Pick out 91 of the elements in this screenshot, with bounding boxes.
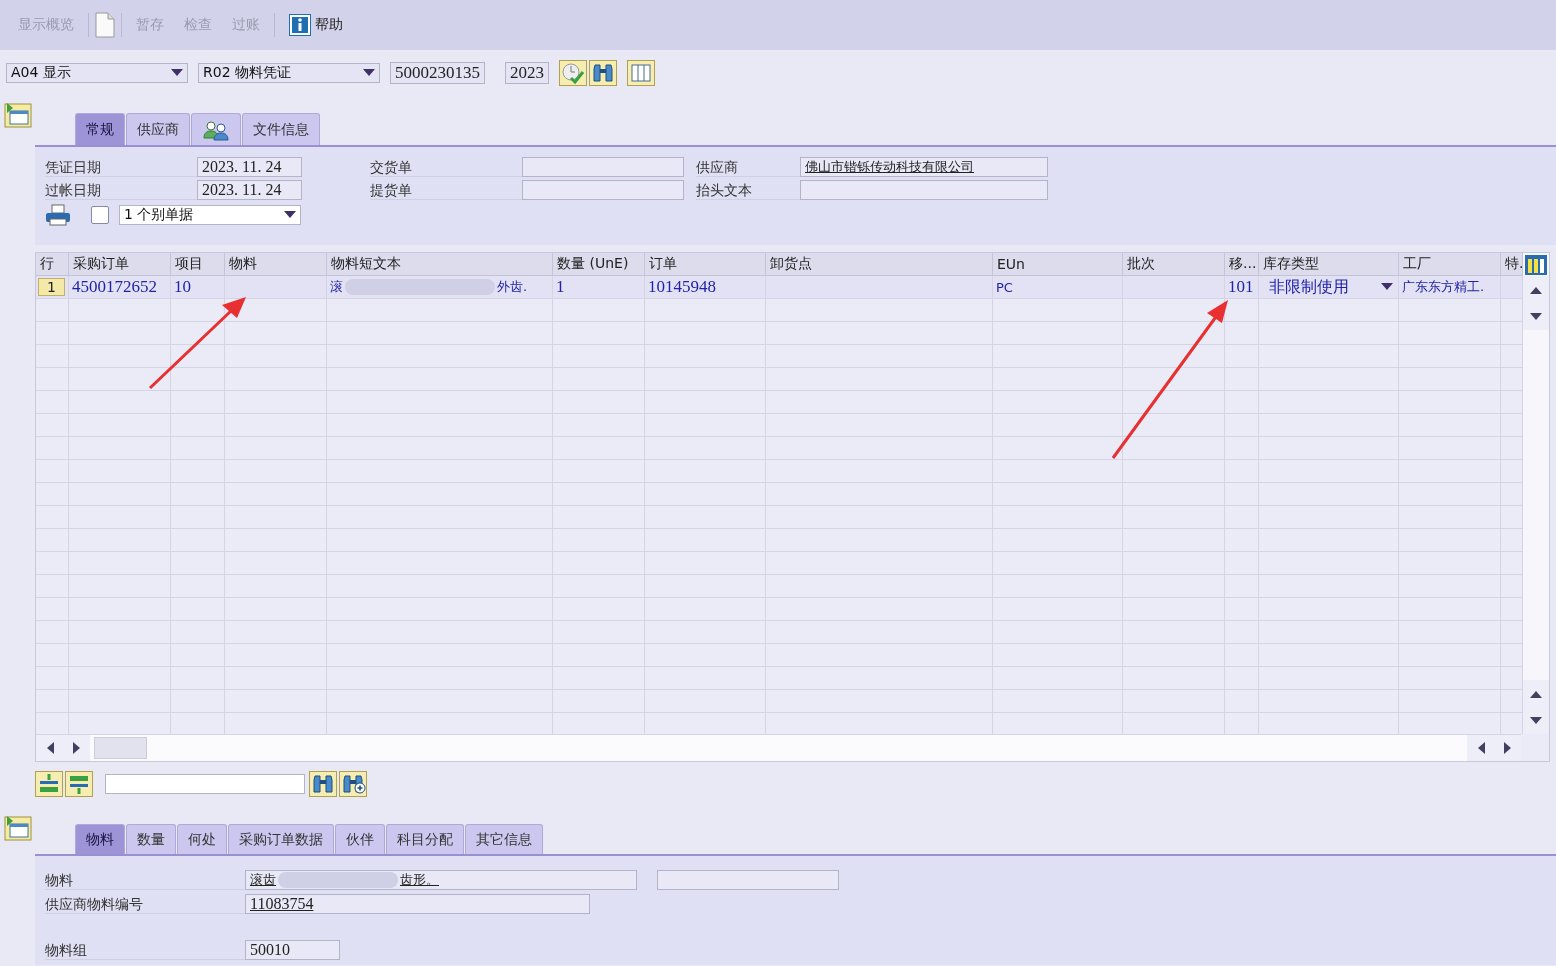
- print-option-dropdown[interactable]: 1 个别单据: [119, 204, 301, 225]
- screen-layout-icon[interactable]: [3, 101, 32, 129]
- column-header[interactable]: 批次: [1123, 253, 1225, 276]
- date-field[interactable]: 2023. 11. 24: [197, 156, 302, 177]
- table-cell: 滚: [330, 278, 343, 296]
- triangle-left-icon: [45, 742, 54, 754]
- action-dropdown[interactable]: A04 显示: [6, 62, 188, 83]
- column-header[interactable]: 物料: [225, 253, 327, 276]
- input-field[interactable]: [800, 179, 1048, 200]
- filter-rows-icon[interactable]: [65, 771, 93, 797]
- date-field[interactable]: 2023. 11. 24: [197, 179, 302, 200]
- info-icon: [289, 14, 311, 36]
- screen-layout-icon[interactable]: [3, 814, 32, 842]
- search-field[interactable]: [105, 774, 305, 794]
- table-cell-text: 10: [173, 276, 192, 298]
- field-label: 供应商物料编号: [45, 894, 245, 914]
- column-header[interactable]: 特.: [1501, 253, 1523, 276]
- column-header[interactable]: 库存类型: [1259, 253, 1399, 276]
- scroll-left-button[interactable]: [36, 735, 63, 761]
- column-header[interactable]: EUn: [993, 253, 1123, 276]
- tab[interactable]: 供应商: [126, 113, 190, 145]
- scroll-up-button[interactable]: [1523, 680, 1549, 707]
- vendor-field[interactable]: 佛山市锴铄传动科技有限公司: [800, 156, 1048, 177]
- scroll-left-button[interactable]: [1467, 735, 1494, 761]
- column-header[interactable]: 物料短文本: [327, 253, 553, 276]
- column-header[interactable]: 订单: [645, 253, 766, 276]
- triangle-right-icon: [1503, 742, 1512, 754]
- vertical-scrollbar[interactable]: [1523, 253, 1549, 734]
- scroll-up-button[interactable]: [1523, 276, 1549, 303]
- triangle-up-icon: [1530, 689, 1542, 698]
- table-settings-icon[interactable]: [627, 59, 655, 86]
- binoculars-plus-icon[interactable]: [339, 771, 367, 797]
- document-type-dropdown[interactable]: R02 物料凭证: [198, 62, 380, 83]
- scroll-right-button[interactable]: [63, 735, 90, 761]
- help-button[interactable]: 帮助: [281, 10, 351, 40]
- tab[interactable]: 采购订单数据: [228, 824, 334, 854]
- tab[interactable]: 何处: [177, 824, 227, 854]
- scroll-down-button[interactable]: [1523, 303, 1549, 330]
- column-header[interactable]: 移...: [1225, 253, 1259, 276]
- binoculars-icon[interactable]: [589, 59, 617, 86]
- tab[interactable]: 其它信息: [465, 824, 543, 854]
- year-field[interactable]: 2023: [505, 61, 549, 84]
- tab[interactable]: 常规: [75, 113, 125, 145]
- input-field[interactable]: [522, 156, 684, 177]
- triangle-down-icon: [1530, 312, 1542, 321]
- column-header[interactable]: 项目: [171, 253, 225, 276]
- input-field[interactable]: [522, 179, 684, 200]
- dropdown-caret-icon: [363, 68, 375, 77]
- table-cell: 外齿.: [497, 278, 528, 296]
- table-cell-text: 1: [555, 276, 566, 298]
- input-field[interactable]: 50010: [245, 940, 340, 960]
- column-header[interactable]: 数量 (UnE): [553, 253, 645, 276]
- triangle-left-icon: [1476, 742, 1485, 754]
- field-label: 物料组: [45, 940, 245, 960]
- clock-check-icon[interactable]: [559, 59, 587, 86]
- triangle-up-icon: [1530, 285, 1542, 294]
- row-number[interactable]: 1: [38, 278, 65, 296]
- tab[interactable]: 物料: [75, 824, 125, 854]
- column-header[interactable]: 采购订单: [69, 253, 171, 276]
- horizontal-scrollbar[interactable]: [36, 734, 1521, 761]
- column-settings-icon[interactable]: [1524, 253, 1548, 276]
- table-cell-text: PC: [995, 278, 1014, 297]
- stock-type-dropdown[interactable]: 非限制使用: [1259, 276, 1399, 298]
- tab[interactable]: 数量: [126, 824, 176, 854]
- scrollbar-thumb[interactable]: [94, 737, 147, 759]
- table-cell-text: 101: [1227, 276, 1255, 298]
- print-checkbox[interactable]: [91, 205, 109, 224]
- insert-row-icon[interactable]: [35, 771, 63, 797]
- binoculars-icon[interactable]: [309, 771, 337, 797]
- field-label: 物料: [45, 870, 245, 890]
- printer-icon[interactable]: [45, 203, 71, 226]
- table-row[interactable]: 1 4500172652 10 滚 外齿. 1 10145948 PC 101 非限制使用 广东东方精工.: [36, 276, 1523, 299]
- people-icon: [202, 118, 230, 141]
- column-header[interactable]: 行: [36, 253, 69, 276]
- dropdown-caret-icon: [1381, 283, 1393, 291]
- table-cell-text: 10145948: [647, 276, 717, 298]
- input-field[interactable]: 11083754: [245, 894, 590, 914]
- document-number-field[interactable]: 5000230135: [390, 61, 485, 84]
- tab[interactable]: 科目分配: [386, 824, 464, 854]
- table-cell-text: 4500172652: [71, 276, 158, 298]
- triangle-down-icon: [1530, 716, 1542, 725]
- tab[interactable]: 伙伴: [335, 824, 385, 854]
- column-header[interactable]: 工厂: [1399, 253, 1501, 276]
- column-header[interactable]: 卸货点: [766, 253, 993, 276]
- input-field[interactable]: [657, 870, 839, 890]
- partner-tab[interactable]: [191, 113, 241, 145]
- dropdown-caret-icon: [284, 210, 296, 219]
- table-cell-text: 广东东方精工.: [1401, 278, 1486, 296]
- dropdown-caret-icon: [171, 68, 183, 77]
- triangle-right-icon: [72, 742, 81, 754]
- tab[interactable]: 文件信息: [242, 113, 320, 145]
